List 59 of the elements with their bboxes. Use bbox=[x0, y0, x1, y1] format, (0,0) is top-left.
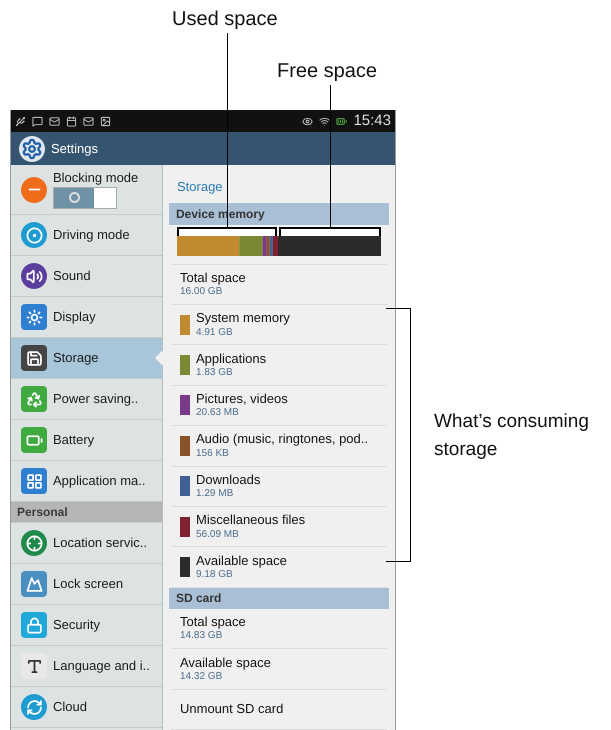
text-icon bbox=[21, 653, 47, 679]
storage-value: 14.83 GB bbox=[180, 630, 224, 643]
clock: 15:43 bbox=[353, 110, 391, 131]
toggle-switch[interactable] bbox=[53, 186, 117, 208]
storage-value: 1.29 MB bbox=[196, 488, 234, 501]
storage-label: Applications bbox=[196, 350, 266, 367]
app-title: Settings bbox=[51, 140, 98, 158]
eye-icon bbox=[302, 116, 314, 126]
storage-label: Pictures, videos bbox=[196, 391, 288, 408]
battery-icon bbox=[21, 427, 47, 453]
storage-label: System memory bbox=[196, 310, 290, 327]
speaker-icon bbox=[21, 263, 47, 289]
menu-item[interactable]: Location servic.. bbox=[11, 523, 162, 564]
storage-label: Available space bbox=[196, 552, 287, 569]
calendar-icon bbox=[66, 116, 77, 126]
storage-label: Total space bbox=[180, 614, 246, 630]
storage-value: 56.09 MB bbox=[196, 528, 240, 541]
mail-icon bbox=[83, 116, 94, 126]
battery-icon bbox=[336, 116, 348, 126]
menu-item-label[interactable]: Blocking mode bbox=[53, 170, 138, 184]
gear-icon bbox=[19, 136, 45, 162]
image-icon bbox=[100, 116, 111, 126]
storage-value: 20.63 MB bbox=[196, 407, 240, 420]
grid-icon bbox=[21, 468, 47, 494]
storage-label: Miscellaneous files bbox=[196, 512, 306, 528]
menu-item[interactable]: Cloud bbox=[11, 687, 162, 728]
menu-item[interactable]: Language and i.. bbox=[11, 646, 162, 687]
message-icon bbox=[32, 116, 43, 126]
storage-value: 4.91 GB bbox=[196, 326, 234, 340]
storage-label: Unmount SD card bbox=[180, 701, 284, 718]
storage-label: Available space bbox=[180, 654, 271, 671]
storage-label: Audio (music, ringtones, pod.. bbox=[196, 431, 368, 448]
wifi-icon bbox=[319, 116, 330, 126]
menu-item[interactable]: Sound bbox=[11, 256, 162, 297]
brightness-icon bbox=[21, 304, 47, 330]
landscape-icon bbox=[21, 571, 47, 597]
sync-icon bbox=[21, 694, 47, 720]
callout-label: What’s consuming storage bbox=[434, 410, 590, 462]
menu-item[interactable]: Security bbox=[11, 605, 162, 646]
storage-value: 156 KB bbox=[196, 448, 230, 460]
menu-item[interactable]: Driving mode bbox=[11, 215, 162, 256]
storage-value: 9.18 GB bbox=[196, 568, 234, 582]
storage-label: Total space bbox=[180, 270, 246, 286]
lock-icon bbox=[21, 612, 47, 638]
menu-item[interactable]: Lock screen bbox=[11, 564, 162, 605]
usb-icon bbox=[15, 116, 26, 126]
menu-item[interactable]: Power saving.. bbox=[11, 379, 162, 420]
mail-icon bbox=[49, 116, 60, 126]
section-header: SD card bbox=[169, 588, 389, 609]
section-header: Personal bbox=[11, 502, 162, 523]
callout-label: Used space bbox=[172, 7, 278, 32]
storage-value: 14.32 GB bbox=[180, 670, 224, 684]
callout-label: Free space bbox=[277, 59, 378, 84]
storage-label: Downloads bbox=[196, 472, 260, 488]
target-icon bbox=[21, 530, 47, 556]
storage-value: 16.00 GB bbox=[180, 286, 224, 299]
menu-item[interactable]: Battery bbox=[11, 420, 162, 461]
page-title: Storage bbox=[176, 178, 224, 196]
storage-value: 1.83 GB bbox=[196, 366, 234, 380]
